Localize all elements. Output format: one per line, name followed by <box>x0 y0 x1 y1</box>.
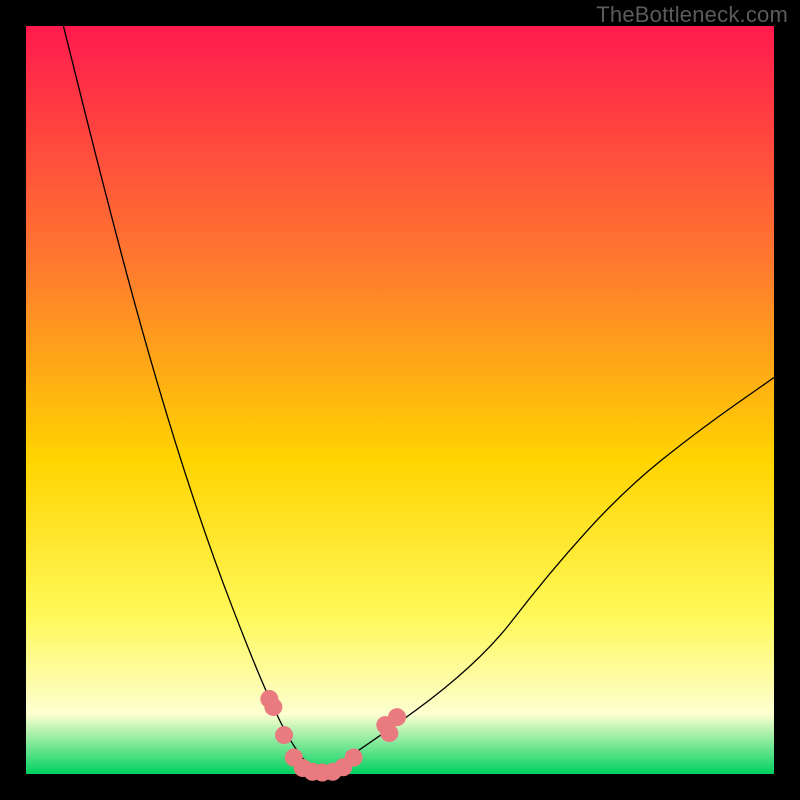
valley-marker <box>345 749 363 767</box>
watermark-text: TheBottleneck.com <box>596 2 788 28</box>
valley-marker <box>275 726 293 744</box>
plot-background <box>26 26 774 774</box>
valley-marker <box>380 724 398 742</box>
chart-canvas <box>0 0 800 800</box>
valley-marker <box>388 708 406 726</box>
chart-frame: TheBottleneck.com <box>0 0 800 800</box>
valley-marker <box>264 698 282 716</box>
